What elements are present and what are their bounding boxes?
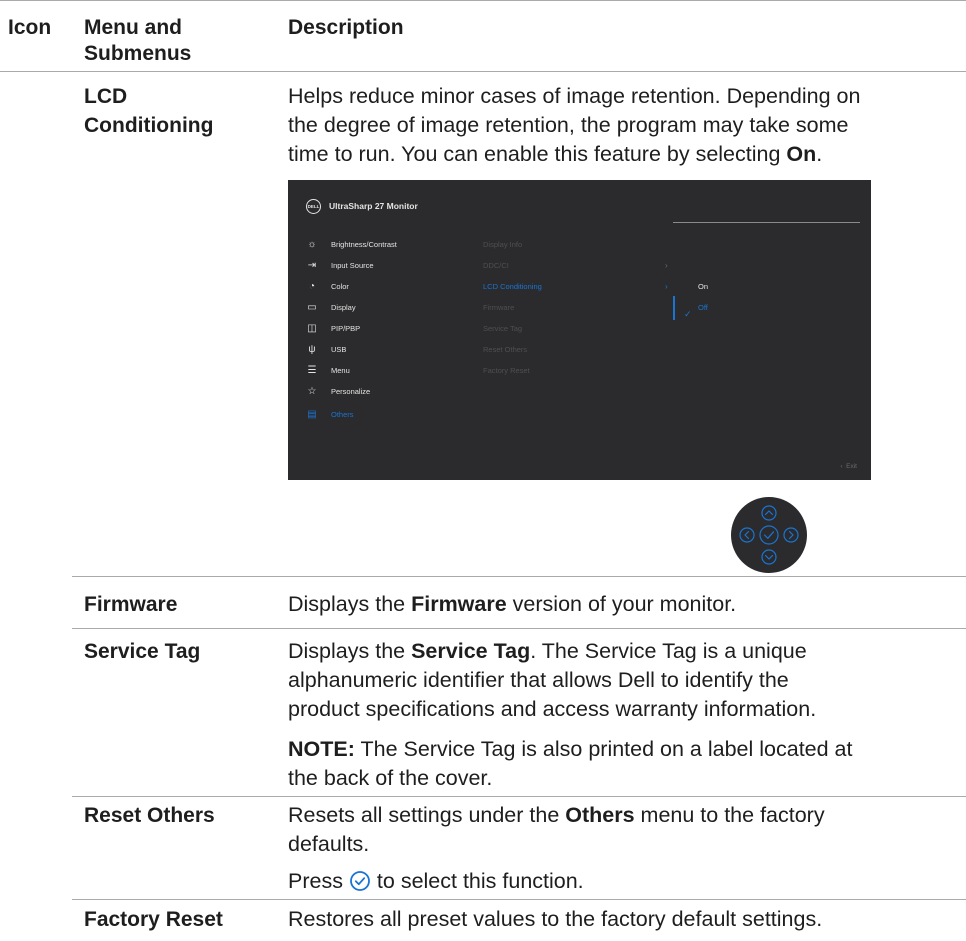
pip-pbp-icon: ◫ [307,323,317,334]
row-divider [72,628,966,629]
osd-menu-label: Personalize [331,387,371,396]
osd-sub-firmware[interactable]: Firmware [483,302,514,314]
row-divider [72,796,966,797]
press-text: Press [288,869,349,893]
service-tag-desc-line2: alphanumeric identifier that allows Dell… [288,668,789,692]
row-divider [72,576,966,577]
menu-column-header-line1: Menu and [84,16,182,39]
reset-others-desc-line2: defaults. [288,832,370,856]
others-icon: ▤ [307,409,317,420]
osd-title: UltraSharp 27 Monitor [329,201,418,211]
firmware-desc-text2: version of your monitor. [506,592,737,616]
selection-bar [673,296,675,320]
reset-others-desc-bold: Others [565,803,635,827]
service-tag-name: Service Tag [84,640,201,663]
service-tag-desc-line3: product specifications and access warran… [288,697,817,721]
osd-sub-display-info[interactable]: Display Info [483,239,522,251]
osd-exit-label: Exit [846,463,857,470]
osd-menu-label: Menu [331,366,350,375]
osd-menu-label: Brightness/Contrast [331,240,397,249]
osd-exit[interactable]: ‹ Exit [840,463,857,470]
lcd-desc-line3: time to run. You can enable this feature… [288,142,787,166]
menu-column-header-line2: Submenus [84,42,192,65]
lcd-desc-line1: Helps reduce minor cases of image retent… [288,84,861,108]
description-column-header: Description [288,16,404,39]
osd-sub-factory-reset[interactable]: Factory Reset [483,365,530,377]
check-circle-icon [350,871,370,891]
chevron-right-icon: › [665,282,668,291]
service-tag-desc-bold: Service Tag [411,639,531,663]
service-tag-desc-text2: . The Service Tag is a unique [530,639,807,663]
icon-column-header: Icon [8,16,52,39]
usb-icon: ψ [308,344,316,355]
row-divider [72,899,966,900]
reset-others-desc-text: Resets all settings under the [288,803,566,827]
chevron-left-icon: ‹ [840,463,843,470]
factory-reset-name: Factory Reset [84,908,223,931]
osd-menu-label: Display [331,303,356,312]
osd-sub-lcd-conditioning[interactable]: LCD Conditioning [483,281,542,293]
table-header: Icon Menu and Submenus Description [0,0,966,72]
menu-icon: ☰ [307,365,317,376]
osd-divider [673,222,860,223]
osd-menu-label: Input Source [331,261,374,270]
check-icon: ✓ [684,309,692,319]
input-source-icon: ⇥ [307,260,317,271]
display-icon: ▭ [307,302,317,313]
lcd-desc-on: On [786,142,817,166]
osd-screenshot: DELL UltraSharp 27 Monitor ☼ Brightness/… [288,180,871,480]
firmware-name: Firmware [84,593,178,616]
note-line2: the back of the cover. [288,766,493,790]
factory-reset-description: Restores all preset values to the factor… [288,907,823,931]
firmware-desc-bold: Firmware [411,592,507,616]
reset-others-name: Reset Others [84,804,215,827]
reset-others-description: Resets all settings under the Others men… [288,801,948,859]
firmware-desc-text: Displays the [288,592,412,616]
joystick-icon [731,497,807,573]
osd-menu-label: USB [331,345,347,354]
service-tag-desc-text: Displays the [288,639,412,663]
lcd-name-line2: Conditioning [84,114,214,137]
lcd-conditioning-name: LCD Conditioning [84,82,213,140]
color-icon: ◔ [308,281,316,292]
dell-logo: DELL [306,199,321,214]
osd-sub-ddc-ci[interactable]: DDC/CI [483,260,509,272]
lcd-name-line1: LCD [84,85,128,108]
lcd-desc-line2: the degree of image retention, the progr… [288,113,849,137]
star-icon: ☆ [307,386,317,397]
note-line1: The Service Tag is also printed on a lab… [354,737,853,761]
brightness-icon: ☼ [307,239,317,250]
osd-menu-label: PIP/PBP [331,324,361,333]
service-tag-description: Displays the Service Tag. The Service Ta… [288,637,948,724]
osd-option-on[interactable]: On [698,281,708,293]
note-label: NOTE: [288,737,355,761]
osd-menu-label: Color [331,282,349,291]
reset-others-press: Press to select this function. [288,867,948,896]
osd-option-off[interactable]: Off [698,302,708,314]
firmware-description: Displays the Firmware version of your mo… [288,590,948,619]
osd-menu-label: Others [331,410,354,419]
menu-column-header: Menu and Submenus [84,15,191,67]
osd-sub-reset-others[interactable]: Reset Others [483,344,527,356]
service-tag-note: NOTE: The Service Tag is also printed on… [288,735,948,793]
reset-others-desc-text2: menu to the factory [634,803,825,827]
lcd-conditioning-description: Helps reduce minor cases of image retent… [288,82,948,169]
lcd-desc-period: . [816,142,823,166]
press-text2: to select this function. [370,869,584,893]
osd-sub-service-tag[interactable]: Service Tag [483,323,522,335]
chevron-right-icon: › [665,261,668,270]
